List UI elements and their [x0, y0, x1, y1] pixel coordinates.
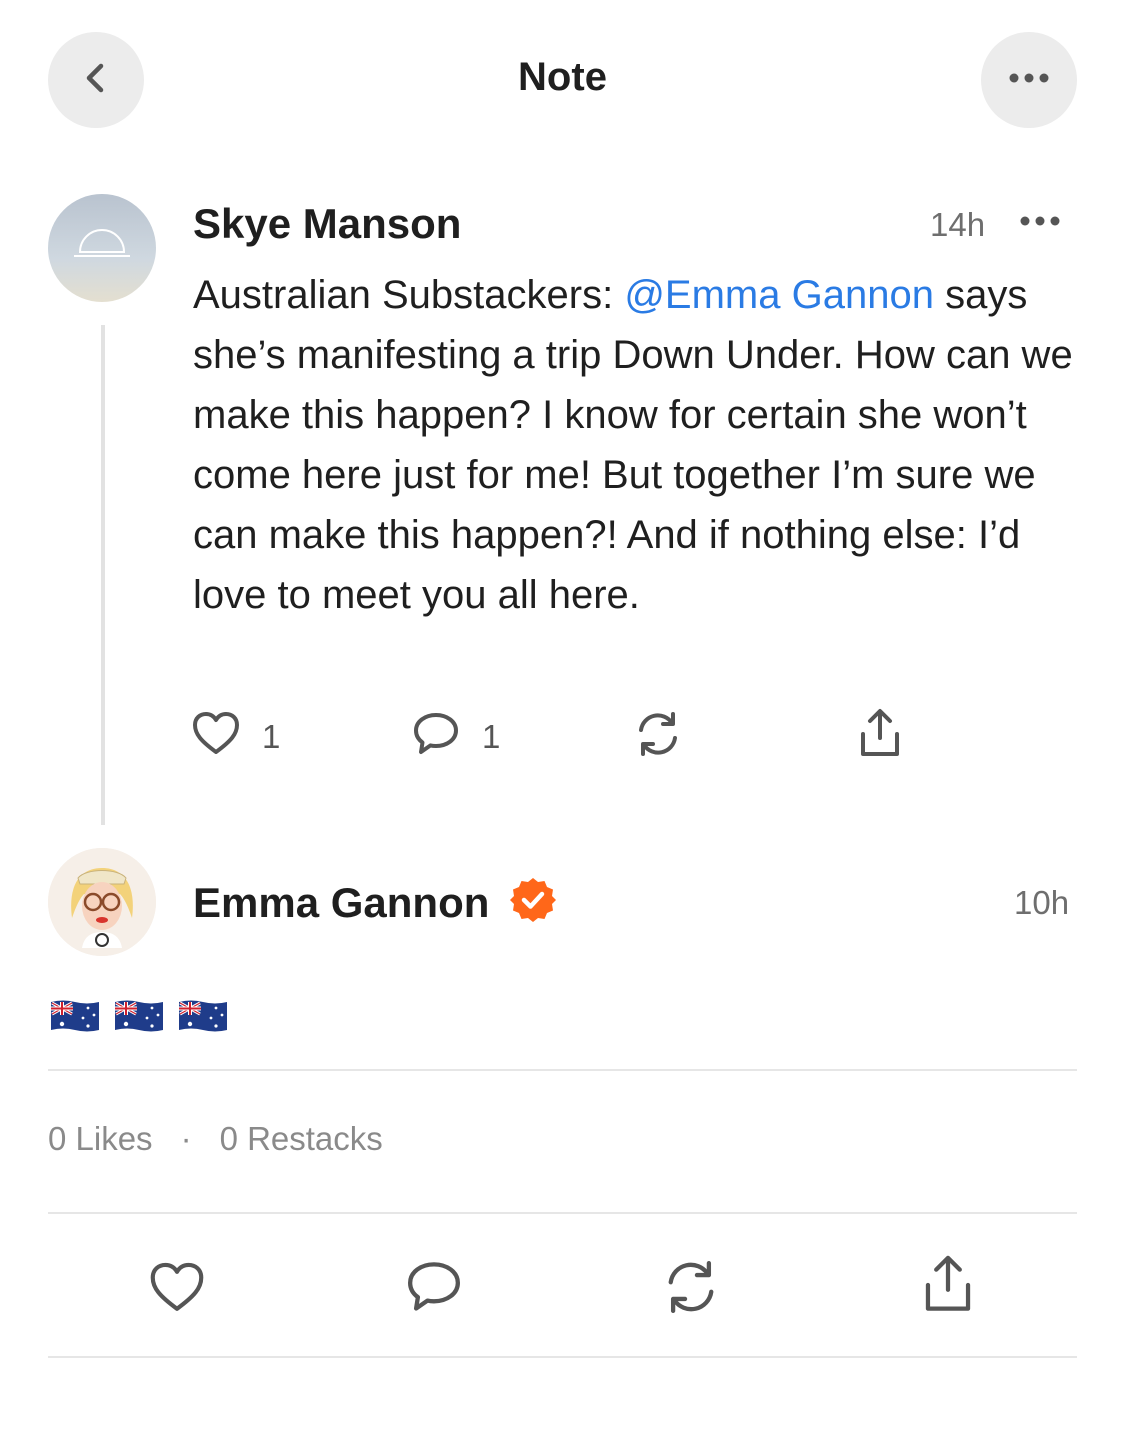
heart-icon: [146, 1262, 208, 1322]
reply-timestamp: 10h: [1014, 884, 1070, 921]
restack-button[interactable]: [632, 708, 684, 765]
more-options-button[interactable]: [981, 32, 1077, 128]
restack-icon: [660, 1261, 722, 1322]
reply-restack-button[interactable]: [660, 1256, 722, 1323]
stats-separator: ·: [180, 1120, 192, 1157]
note-body: Australian Substackers: @Emma Gannon say…: [193, 265, 1073, 625]
author-name[interactable]: Skye Manson: [193, 200, 461, 248]
likes-count-link[interactable]: 0 Likes: [48, 1120, 153, 1158]
more-horizontal-icon: [1018, 215, 1062, 232]
share-button[interactable]: [854, 706, 906, 767]
comment-icon: [403, 1262, 465, 1322]
reply-stats: 0 Likes · 0 Restacks: [48, 1120, 383, 1158]
page-title: Note: [518, 55, 607, 99]
divider: [48, 1069, 1077, 1071]
reply-like-button[interactable]: [146, 1258, 208, 1323]
body-text-prefix: Australian Substackers:: [193, 273, 625, 317]
body-text-suffix: says she’s manifesting a trip Down Under…: [193, 273, 1073, 617]
note-more-button[interactable]: [1018, 214, 1062, 233]
restacks-count-link[interactable]: 0 Restacks: [220, 1120, 383, 1158]
note-timestamp: 14h: [930, 206, 986, 243]
share-icon: [854, 706, 906, 767]
mention-link[interactable]: @Emma Gannon: [624, 273, 934, 317]
like-count: 1: [262, 717, 281, 755]
avatar-skye-manson[interactable]: [48, 194, 156, 302]
divider: [48, 1212, 1077, 1214]
australia-flag-icon: [50, 998, 100, 1039]
reply-body: [50, 998, 228, 1039]
more-horizontal-icon: [1007, 71, 1051, 90]
reply-share-button[interactable]: [917, 1252, 979, 1323]
comment-icon: [410, 708, 462, 765]
heart-icon: [190, 708, 242, 765]
author-name[interactable]: Emma Gannon: [193, 879, 489, 927]
restack-icon: [632, 708, 684, 765]
comment-count: 1: [482, 717, 501, 755]
thread-line: [101, 325, 105, 825]
comment-button[interactable]: 1: [410, 708, 500, 765]
verified-badge-icon: [509, 876, 557, 929]
share-icon: [917, 1255, 979, 1322]
australia-flag-icon: [178, 998, 228, 1039]
reply-author[interactable]: Emma Gannon: [193, 876, 557, 929]
reply-comment-button[interactable]: [403, 1256, 465, 1323]
divider: [48, 1356, 1077, 1358]
australia-flag-icon: [114, 998, 164, 1039]
avatar-emma-gannon[interactable]: [48, 848, 156, 956]
like-button[interactable]: 1: [190, 708, 280, 765]
